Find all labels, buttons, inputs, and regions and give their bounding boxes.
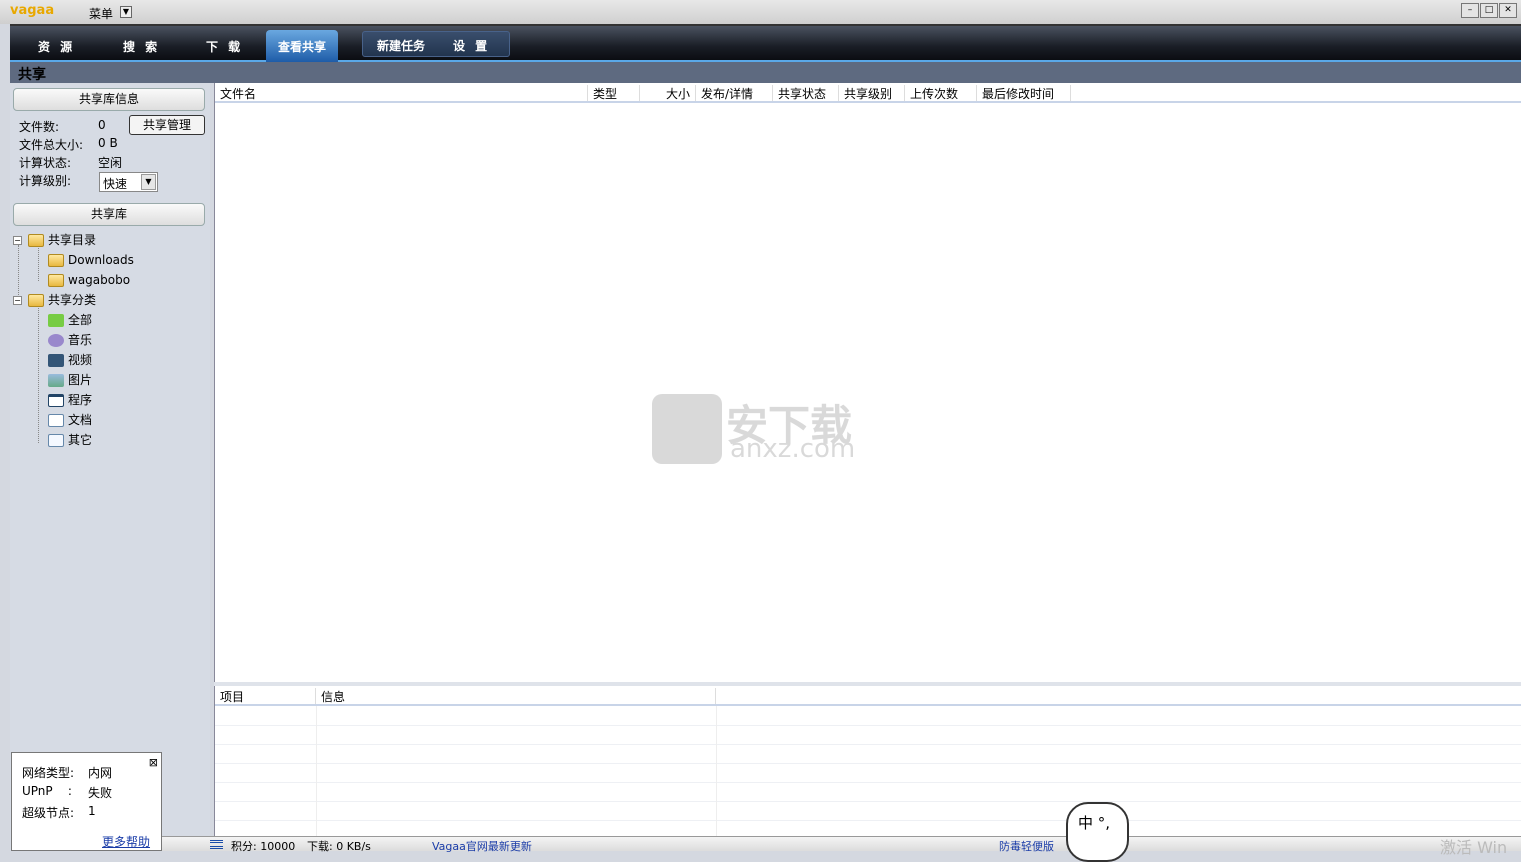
calc-status: 空闲 <box>98 156 123 170</box>
collapse-icon[interactable]: − <box>13 236 22 245</box>
program-icon <box>48 394 64 407</box>
tree-node-wagabobo[interactable]: wagabobo <box>48 271 130 291</box>
calc-status-label: 计算状态: <box>19 156 72 170</box>
tree-node-documents[interactable]: 文档 <box>48 411 92 431</box>
col-modified[interactable]: 最后修改时间 <box>977 85 1071 101</box>
network-info-panel: ⊠ 网络类型: 内网 UPnP : 失败 超级节点: 1 更多帮助 <box>11 752 162 851</box>
tree-node-categories[interactable]: 共享分类 <box>28 291 96 311</box>
calc-level-select[interactable]: 快速 ▼ <box>99 172 158 192</box>
points: 积分: 10000 <box>231 840 296 853</box>
file-count-label: 文件数: <box>19 120 60 134</box>
close-icon[interactable]: ⊠ <box>149 756 158 769</box>
col-details[interactable]: 发布/详情 <box>696 85 773 101</box>
settings-button[interactable]: 设 置 <box>453 37 490 54</box>
antivirus-link[interactable]: 防毒轻便版 <box>999 838 1054 854</box>
total-size: 0 B <box>98 136 118 150</box>
new-task-button[interactable]: 新建任务 <box>377 37 425 54</box>
status-list-icon <box>210 840 223 849</box>
music-icon <box>48 334 64 347</box>
file-count: 0 <box>98 118 106 132</box>
collapse-icon[interactable]: − <box>13 296 22 305</box>
nav-group: 新建任务 设 置 <box>362 31 510 57</box>
file-icon <box>48 434 64 447</box>
tree-node-video[interactable]: 视频 <box>48 351 92 371</box>
library-header[interactable]: 共享库 <box>13 203 205 226</box>
close-icon[interactable]: ✕ <box>1499 3 1517 18</box>
col-upload-count[interactable]: 上传次数 <box>905 85 977 101</box>
folder-icon <box>48 274 64 287</box>
tree-node-pictures[interactable]: 图片 <box>48 371 92 391</box>
left-panel: 共享库信息 文件数: 0 共享管理 文件总大小: 0 B 计算状态: 空闲 计算… <box>10 83 210 851</box>
col-share-status[interactable]: 共享状态 <box>773 85 839 101</box>
news-link[interactable]: Vagaa官网最新更新 <box>432 838 532 854</box>
more-help-link[interactable]: 更多帮助 <box>102 833 150 850</box>
tree-node-downloads[interactable]: Downloads <box>48 251 134 271</box>
total-size-label: 文件总大小: <box>19 138 84 152</box>
tab-download[interactable]: 下 载 <box>206 38 243 55</box>
col-type[interactable]: 类型 <box>588 85 640 101</box>
minimize-icon[interactable]: – <box>1461 3 1479 18</box>
all-files-icon <box>48 314 64 327</box>
menu-button[interactable]: 菜单 <box>89 5 113 22</box>
network-type-label: 网络类型: <box>22 766 75 780</box>
picture-icon <box>48 374 64 387</box>
section-title: 共享 <box>10 62 1521 83</box>
tree-node-programs[interactable]: 程序 <box>48 391 92 411</box>
file-table-header: 文件名 类型 大小 发布/详情 共享状态 共享级别 上传次数 最后修改时间 <box>215 83 1521 103</box>
main-nav: 资 源 搜 索 下 载 查看共享 新建任务 设 置 <box>10 24 1521 62</box>
folder-icon <box>28 294 44 307</box>
col-share-level[interactable]: 共享级别 <box>839 85 905 101</box>
share-manage-button[interactable]: 共享管理 <box>129 115 205 135</box>
tree-node-other[interactable]: 其它 <box>48 431 92 451</box>
supernode-count: 1 <box>88 804 96 818</box>
col-filename[interactable]: 文件名 <box>215 85 588 101</box>
title-bar: vagaa 菜单 ▼ – □ ✕ <box>0 0 1521 24</box>
tab-resources[interactable]: 资 源 <box>38 38 75 55</box>
tree-node-shared-dirs[interactable]: 共享目录 <box>28 231 96 251</box>
video-icon <box>48 354 64 367</box>
status-bar: 积分: 10000 下载: 0 KB/s Vagaa官网最新更新 防毒轻便版 激… <box>162 836 1521 857</box>
calc-level-label: 计算级别: <box>19 174 72 188</box>
folder-icon <box>28 234 44 247</box>
folder-icon <box>48 254 64 267</box>
col-item[interactable]: 项目 <box>215 688 316 704</box>
col-info[interactable]: 信息 <box>316 688 716 704</box>
tab-view-share[interactable]: 查看共享 <box>266 30 339 62</box>
upnp-label: UPnP : <box>22 784 72 798</box>
activate-windows-watermark: 激活 Win <box>1440 838 1508 857</box>
calc-level-value: 快速 <box>103 177 128 191</box>
detail-table: 项目 信息 <box>214 686 1521 836</box>
dropdown-arrow-icon[interactable]: ▼ <box>141 174 156 190</box>
download-speed: 下载: 0 KB/s <box>307 840 371 853</box>
document-icon <box>48 414 64 427</box>
ime-indicator[interactable]: 中 °, <box>1066 802 1129 862</box>
supernode-label: 超级节点: <box>22 806 75 820</box>
chevron-down-icon[interactable]: ▼ <box>120 6 132 18</box>
network-type: 内网 <box>88 766 113 780</box>
tree-node-all[interactable]: 全部 <box>48 311 92 331</box>
detail-table-header: 项目 信息 <box>215 686 1521 706</box>
tree-node-music[interactable]: 音乐 <box>48 331 92 351</box>
maximize-icon[interactable]: □ <box>1480 3 1498 18</box>
upnp-status: 失败 <box>88 786 113 800</box>
file-table: 文件名 类型 大小 发布/详情 共享状态 共享级别 上传次数 最后修改时间 <box>214 83 1521 682</box>
tab-search[interactable]: 搜 索 <box>123 38 160 55</box>
library-info-header[interactable]: 共享库信息 <box>13 88 205 111</box>
col-size[interactable]: 大小 <box>640 85 696 101</box>
vagaa-logo: vagaa <box>10 3 55 18</box>
